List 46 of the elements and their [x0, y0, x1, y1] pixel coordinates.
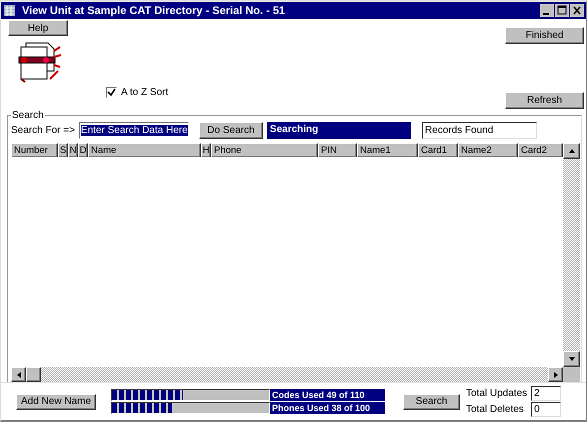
close-button[interactable] — [570, 4, 584, 17]
search-button[interactable]: Search — [403, 394, 460, 410]
records-found-field: Records Found — [422, 122, 537, 138]
group-label: Search — [11, 110, 45, 121]
add-new-name-button[interactable]: Add New Name — [16, 394, 96, 410]
column-header[interactable]: Name2 — [458, 143, 518, 158]
check-mark-icon — [107, 88, 116, 97]
scroll-thumb[interactable] — [26, 367, 41, 382]
help-button[interactable]: Help — [8, 20, 68, 36]
column-header[interactable]: Phone — [211, 143, 318, 158]
column-header[interactable]: PIN — [318, 143, 357, 158]
maximize-button[interactable] — [555, 4, 569, 17]
status-label: Searching — [266, 122, 411, 138]
left-arrow-icon — [16, 370, 22, 378]
scroll-down-button[interactable] — [563, 351, 580, 367]
right-arrow-icon — [552, 370, 558, 378]
do-search-button[interactable]: Do Search — [198, 122, 263, 138]
scroll-left-button[interactable] — [11, 367, 26, 382]
column-header[interactable]: Card2 — [518, 143, 563, 158]
search-field[interactable]: Enter Search Data Here — [78, 122, 189, 138]
column-header[interactable]: N — [68, 143, 78, 158]
total-value: 0 — [531, 402, 562, 417]
column-header[interactable]: Number — [11, 143, 58, 158]
column-header[interactable]: S — [58, 143, 68, 158]
usage-label: Phones Used 38 of 100 — [270, 402, 385, 414]
column-header[interactable]: Name1 — [357, 143, 418, 158]
down-arrow-icon — [568, 356, 576, 362]
finished-button[interactable]: Finished — [505, 27, 584, 44]
refresh-button[interactable]: Refresh — [505, 92, 584, 109]
column-header[interactable]: H — [201, 143, 211, 158]
column-header[interactable]: Card1 — [418, 143, 458, 158]
total-label: Total Deletes — [466, 404, 525, 415]
scroll-corner — [563, 367, 580, 382]
minimize-button[interactable] — [540, 4, 554, 17]
total-label: Total Updates — [466, 388, 528, 399]
search-prompt: Search For => — [11, 124, 75, 136]
sort-checkbox[interactable]: A to Z Sort — [106, 87, 168, 98]
scroll-up-button[interactable] — [563, 143, 580, 159]
usage-label: Codes Used 49 of 110 — [270, 389, 385, 401]
column-header[interactable]: Name — [88, 143, 201, 158]
up-arrow-icon — [568, 148, 576, 154]
column-header[interactable]: D — [78, 143, 88, 158]
window-title: View Unit at Sample CAT Directory - Serial No. - 51 — [22, 4, 286, 16]
scroll-right-button[interactable] — [548, 367, 563, 382]
app-icon — [3, 4, 16, 17]
total-value: 2 — [531, 386, 562, 401]
